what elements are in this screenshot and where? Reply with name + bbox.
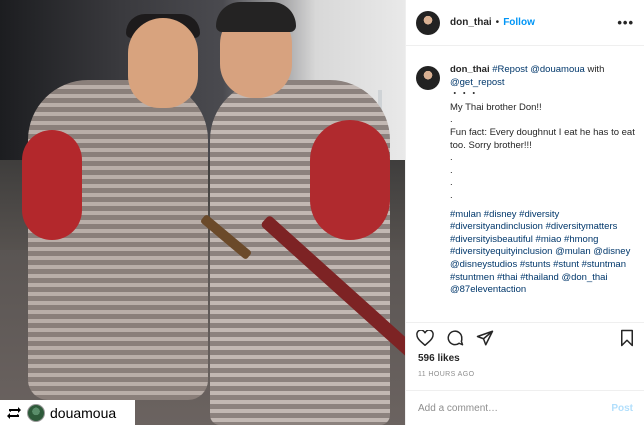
like-count[interactable]: 596 likes: [418, 353, 460, 364]
comment-icon[interactable]: [446, 329, 464, 347]
repost-username: douamoua: [50, 404, 117, 421]
repost-avatar: [27, 403, 45, 422]
person-right-hair: [216, 2, 296, 32]
caption-hashtags[interactable]: #mulan #disney #diversity #diversityandi…: [450, 209, 635, 297]
post-photo[interactable]: douamoua: [0, 0, 405, 425]
post-timestamp[interactable]: 11 HOURS AGO: [418, 371, 474, 378]
bookmark-icon[interactable]: [619, 329, 635, 347]
person-right-arm: [310, 120, 390, 240]
person-left-armor: [28, 80, 208, 400]
share-icon[interactable]: [476, 329, 494, 347]
caption-line: Fun fact: Every doughnut I eat he has to…: [450, 126, 635, 151]
author-avatar[interactable]: [416, 10, 440, 35]
person-left-head: [128, 18, 198, 108]
caption-line: ・・・: [450, 89, 479, 101]
more-options-icon[interactable]: •••: [617, 15, 634, 30]
post-header: don_thai • Follow •••: [406, 0, 644, 46]
caption-text: don_thai #Repost @douamoua with @get_rep…: [450, 64, 635, 297]
repost-icon: [6, 406, 22, 420]
caption-first-line: don_thai #Repost @douamoua with @get_rep…: [450, 64, 635, 89]
caption-line: .: [450, 114, 453, 126]
caption-line: .: [450, 164, 453, 176]
post-sidebar: don_thai • Follow ••• don_thai #Repost @…: [405, 0, 644, 425]
caption-avatar[interactable]: [416, 66, 440, 90]
caption-area[interactable]: don_thai #Repost @douamoua with @get_rep…: [406, 46, 644, 318]
caption-row: don_thai #Repost @douamoua with @get_rep…: [416, 64, 635, 297]
post-actions: [406, 322, 644, 352]
repost-tag: douamoua: [0, 400, 135, 425]
caption-username[interactable]: don_thai: [450, 64, 490, 75]
caption-line: My Thai brother Don!!: [450, 101, 542, 113]
follow-button[interactable]: Follow: [503, 17, 535, 28]
caption-with: with: [584, 64, 605, 75]
caption-repost-link[interactable]: #Repost @douamoua: [492, 64, 585, 75]
person-left-arm: [22, 130, 82, 240]
caption-get-repost-link[interactable]: @get_repost: [450, 77, 505, 88]
caption-line: .: [450, 177, 453, 189]
header-separator: •: [495, 17, 500, 28]
comment-input[interactable]: [418, 402, 612, 414]
caption-line: .: [450, 152, 453, 164]
caption-line: .: [450, 189, 453, 201]
comment-form: Post: [406, 390, 644, 425]
author-username[interactable]: don_thai: [450, 17, 492, 28]
heart-icon[interactable]: [416, 329, 434, 346]
post-comment-button[interactable]: Post: [611, 403, 633, 414]
